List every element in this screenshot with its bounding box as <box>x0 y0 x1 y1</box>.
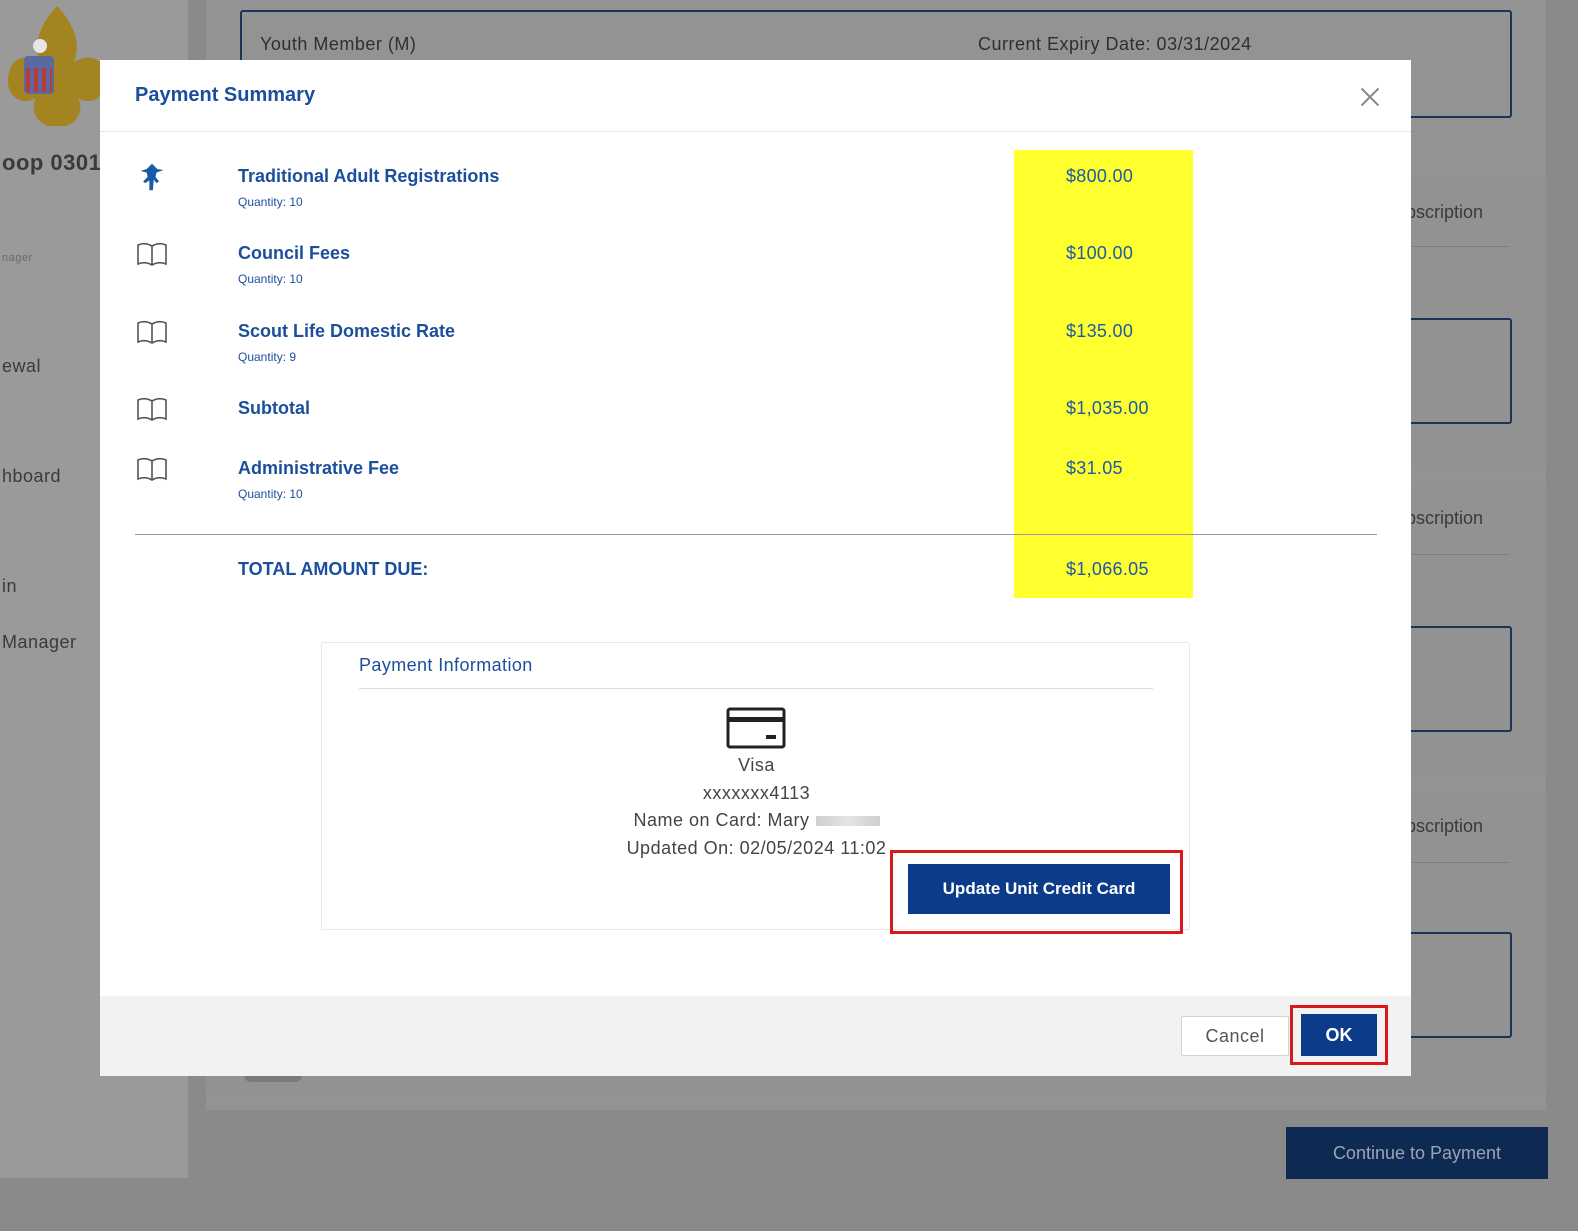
divider <box>359 688 1153 689</box>
description-label: bscription <box>1406 202 1484 222</box>
divider <box>1406 554 1510 555</box>
book-icon <box>137 320 167 344</box>
item-amount: $100.00 <box>1066 243 1134 263</box>
option-box[interactable] <box>1400 626 1512 732</box>
fleur-de-lis-logo <box>7 6 107 126</box>
member-expiry: Current Expiry Date: 03/31/2024 <box>978 34 1252 54</box>
item-name: Administrative Fee <box>238 458 400 478</box>
line-item: Traditional Adult Registrations Quantity… <box>100 162 1411 222</box>
unit-name: oop 0301 <box>2 150 102 175</box>
sidebar-item-renewal[interactable]: ewal <box>2 356 41 377</box>
divider <box>1406 246 1510 247</box>
description-label: bscription <box>1406 508 1484 528</box>
item-amount: $1,035.00 <box>1066 398 1149 418</box>
option-box[interactable] <box>1400 318 1512 424</box>
modal-header: Payment Summary <box>100 60 1411 132</box>
payment-summary-modal: Payment Summary Traditional Adult Regist… <box>100 60 1411 1076</box>
card-number: xxxxxxx4113 <box>702 783 811 803</box>
book-icon <box>137 397 167 421</box>
book-icon <box>137 242 167 266</box>
item-amount: $31.05 <box>1066 458 1123 478</box>
payment-information-title: Payment Information <box>359 655 533 675</box>
sidebar-small-label: nager <box>2 252 33 264</box>
total-label: TOTAL AMOUNT DUE: <box>238 559 429 579</box>
line-item: Administrative Fee Quantity: 10 $31.05 <box>100 454 1411 514</box>
sidebar-item-dashboard[interactable]: hboard <box>2 466 61 487</box>
member-type: Youth Member (M) <box>260 34 417 54</box>
name-on-card: Name on Card: Mary <box>633 810 810 830</box>
name-on-card-row: Name on Card: Mary <box>322 810 1191 831</box>
divider <box>135 534 1377 535</box>
item-amount: $135.00 <box>1066 321 1134 341</box>
sidebar-item-join[interactable]: in <box>2 576 17 597</box>
line-item: Scout Life Domestic Rate Quantity: 9 $13… <box>100 317 1411 377</box>
item-name: Council Fees <box>238 243 351 263</box>
item-quantity: Quantity: 9 <box>238 350 297 364</box>
scout-icon <box>140 163 164 191</box>
cancel-button[interactable]: Cancel <box>1181 1016 1289 1056</box>
item-quantity: Quantity: 10 <box>238 272 303 286</box>
description-label: bscription <box>1406 816 1484 836</box>
item-name: Scout Life Domestic Rate <box>238 321 456 341</box>
item-name: Subtotal <box>238 398 310 418</box>
line-item: Subtotal $1,035.00 <box>100 394 1411 454</box>
book-icon <box>137 457 167 481</box>
option-box[interactable] <box>1400 932 1512 1038</box>
modal-title: Payment Summary <box>135 84 316 106</box>
update-unit-credit-card-button[interactable]: Update Unit Credit Card <box>908 864 1170 914</box>
continue-to-payment-button[interactable]: Continue to Payment <box>1286 1127 1548 1179</box>
credit-card-icon <box>726 707 786 749</box>
item-quantity: Quantity: 10 <box>238 195 303 209</box>
modal-footer: Cancel OK <box>100 996 1411 1076</box>
ok-button[interactable]: OK <box>1301 1014 1377 1056</box>
close-icon[interactable] <box>1359 86 1381 108</box>
redacted-surname <box>815 816 880 827</box>
total-amount: $1,066.05 <box>1066 559 1149 579</box>
sidebar-item-manager[interactable]: Manager <box>2 632 77 653</box>
divider <box>1406 862 1510 863</box>
item-amount: $800.00 <box>1066 166 1134 186</box>
line-item: Council Fees Quantity: 10 $100.00 <box>100 239 1411 299</box>
item-quantity: Quantity: 10 <box>238 487 303 501</box>
item-name: Traditional Adult Registrations <box>238 166 500 186</box>
card-brand: Visa <box>738 755 775 775</box>
